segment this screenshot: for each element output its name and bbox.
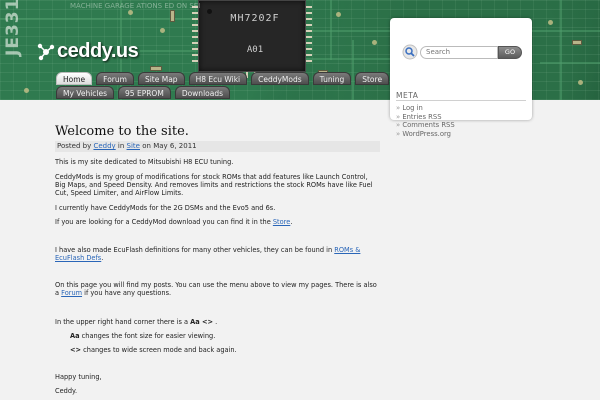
nav-tab-site-map[interactable]: Site Map xyxy=(137,72,185,85)
post-paragraph-signature: Ceddy. xyxy=(55,387,78,395)
nav-tab-my-vehicles[interactable]: My Vehicles xyxy=(56,86,115,99)
chip-code: A01 xyxy=(246,45,264,55)
post-title[interactable]: Welcome to the site. xyxy=(55,124,380,139)
molecule-logo-icon xyxy=(37,43,55,60)
sidebar: GO META » Log in » Entries RSS » Comment… xyxy=(390,18,532,138)
meta-widget-title: META xyxy=(396,91,419,100)
microcontroller-chip: MH7202F A01 xyxy=(198,0,306,72)
chip-part-number: MH7202F xyxy=(230,13,280,24)
meta-divider xyxy=(396,100,526,101)
post-paragraph-intro: This is my site dedicated to Mitsubishi … xyxy=(55,158,234,166)
post-category-link[interactable]: Site xyxy=(127,142,140,150)
nav-tab-h8-ecu-wiki[interactable]: H8 Ecu Wiki xyxy=(188,72,248,85)
pcb-silkscreen-text: MACHINE GARAGE ATIONS ED ON SEI xyxy=(70,2,201,10)
pcb-silkscreen-side-text: JE331 xyxy=(3,0,23,56)
chip-pin1-marker xyxy=(207,9,212,14)
meta-link-wordpress-org[interactable]: » WordPress.org xyxy=(396,130,455,139)
main-nav-row-2: My Vehicles 95 EPROM Downloads xyxy=(56,86,231,99)
post-paragraph-wide-screen: <> changes to wide screen mode and back … xyxy=(70,346,237,354)
post-meta: Posted by Ceddy in Site on May 6, 2011 xyxy=(55,141,380,152)
post-author-link[interactable]: Ceddy xyxy=(93,142,115,150)
meta-link-comments-rss[interactable]: » Comments RSS xyxy=(396,121,455,130)
site-logo[interactable]: ceddy.us xyxy=(36,40,139,63)
main-nav-row-1: Home Forum Site Map H8 Ecu Wiki CeddyMod… xyxy=(56,72,390,85)
post-paragraph-font-size: Aa changes the font size for easier view… xyxy=(70,332,216,340)
post-paragraph-sign-off: Happy tuning, xyxy=(55,373,102,381)
store-link[interactable]: Store xyxy=(273,218,290,226)
forum-link[interactable]: Forum xyxy=(61,289,82,297)
meta-links: » Log in » Entries RSS » Comments RSS » … xyxy=(396,104,455,138)
search-form: GO xyxy=(402,44,524,60)
post-paragraph-ceddymods: CeddyMods is my group of modifications f… xyxy=(55,173,373,198)
site-title[interactable]: ceddy.us xyxy=(57,40,139,63)
nav-tab-tuning[interactable]: Tuning xyxy=(312,72,352,85)
search-icon xyxy=(402,44,418,60)
post-paragraph-vehicles: I currently have CeddyMods for the 2G DS… xyxy=(55,204,276,212)
meta-link-entries-rss[interactable]: » Entries RSS xyxy=(396,113,455,122)
nav-tab-home[interactable]: Home xyxy=(56,72,93,85)
search-input[interactable] xyxy=(420,45,498,59)
nav-tab-95-eprom[interactable]: 95 EPROM xyxy=(118,86,171,99)
post-paragraph-store: If you are looking for a CeddyMod downlo… xyxy=(55,218,293,226)
post-paragraph-controls: In the upper right hand corner there is … xyxy=(55,318,218,326)
nav-tab-ceddymods[interactable]: CeddyMods xyxy=(251,72,309,85)
post-date: May 6, 2011 xyxy=(153,142,197,150)
post-paragraph-pages: On this page you will find my posts. You… xyxy=(55,281,377,298)
search-go-button[interactable]: GO xyxy=(498,45,522,59)
meta-link-log-in[interactable]: » Log in xyxy=(396,104,455,113)
nav-tab-store[interactable]: Store xyxy=(355,72,390,85)
nav-tab-downloads[interactable]: Downloads xyxy=(174,86,231,99)
post: Welcome to the site. Posted by Ceddy in … xyxy=(55,124,380,152)
nav-tab-forum[interactable]: Forum xyxy=(96,72,134,85)
post-paragraph-definitions: I have also made EcuFlash definitions fo… xyxy=(55,246,361,263)
